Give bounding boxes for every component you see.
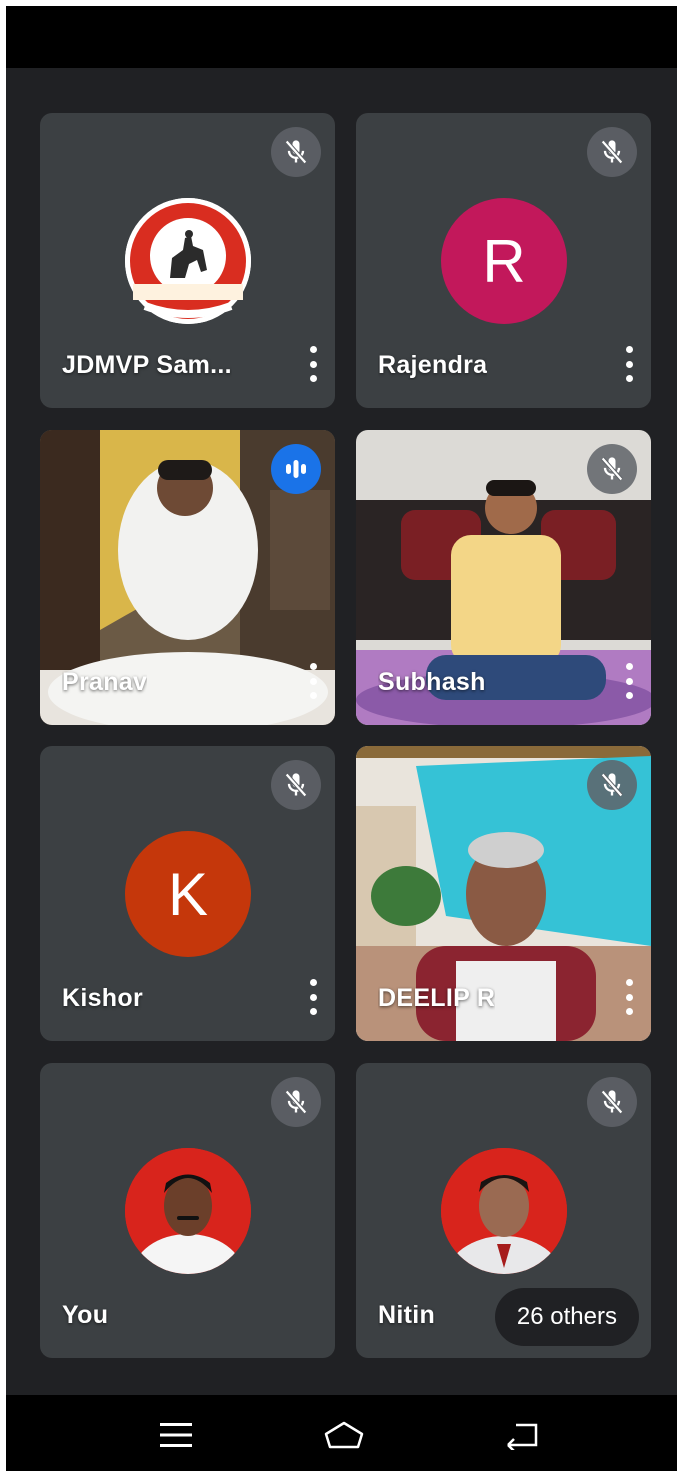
avatar <box>125 198 251 324</box>
avatar: K <box>125 831 251 957</box>
avatar-initial: R <box>482 227 526 295</box>
more-vert-icon[interactable] <box>621 663 637 699</box>
mic-off-icon <box>587 1077 637 1127</box>
participant-name: JDMVP Sam... <box>62 351 232 379</box>
mic-off-icon <box>271 1077 321 1127</box>
participant-name: Rajendra <box>378 351 488 379</box>
avatar-initial: K <box>167 860 209 928</box>
participant-tile-you[interactable]: You <box>40 1063 335 1358</box>
more-vert-icon[interactable] <box>621 346 637 382</box>
mic-off-icon <box>271 760 321 810</box>
participant-tile-kishor[interactable]: K Kishor <box>40 746 335 1041</box>
participant-tile-jdmvp[interactable]: JDMVP Sam... <box>40 113 335 408</box>
mic-off-icon <box>587 760 637 810</box>
navigation-bar <box>6 1395 677 1471</box>
participant-name: Subhash <box>378 668 486 696</box>
avatar <box>441 1148 567 1274</box>
participant-name: Pranav <box>62 668 148 696</box>
participant-name: You <box>62 1301 109 1329</box>
more-vert-icon[interactable] <box>621 979 637 1015</box>
profile-photo <box>441 1148 567 1274</box>
participant-name: Kishor <box>62 984 143 1012</box>
home-icon[interactable] <box>322 1413 366 1457</box>
avatar <box>125 1148 251 1274</box>
participant-name: Nitin <box>378 1301 436 1329</box>
college-logo <box>125 198 251 324</box>
more-vert-icon[interactable] <box>305 979 321 1015</box>
participant-tile-subhash[interactable]: Subhash <box>356 430 651 725</box>
meeting-screen: JDMVP Sam... R Rajendra Pranav Subhash K… <box>6 6 677 1471</box>
profile-photo <box>125 1148 251 1274</box>
more-vert-icon[interactable] <box>305 346 321 382</box>
more-vert-icon[interactable] <box>305 663 321 699</box>
participant-tile-pranav[interactable]: Pranav <box>40 430 335 725</box>
menu-icon[interactable] <box>154 1413 198 1457</box>
back-icon[interactable] <box>500 1413 544 1457</box>
others-button[interactable]: 26 others <box>494 1288 639 1346</box>
mic-off-icon <box>587 127 637 177</box>
mic-off-icon <box>271 127 321 177</box>
status-bar <box>6 6 677 68</box>
participant-tile-deelip[interactable]: DEELIP R <box>356 746 651 1041</box>
mic-off-icon <box>587 444 637 494</box>
participant-tile-nitin[interactable]: Nitin 26 others <box>356 1063 651 1358</box>
participant-tile-rajendra[interactable]: R Rajendra <box>356 113 651 408</box>
participant-name: DEELIP R <box>378 984 496 1012</box>
avatar: R <box>441 198 567 324</box>
audio-level-icon <box>271 444 321 494</box>
